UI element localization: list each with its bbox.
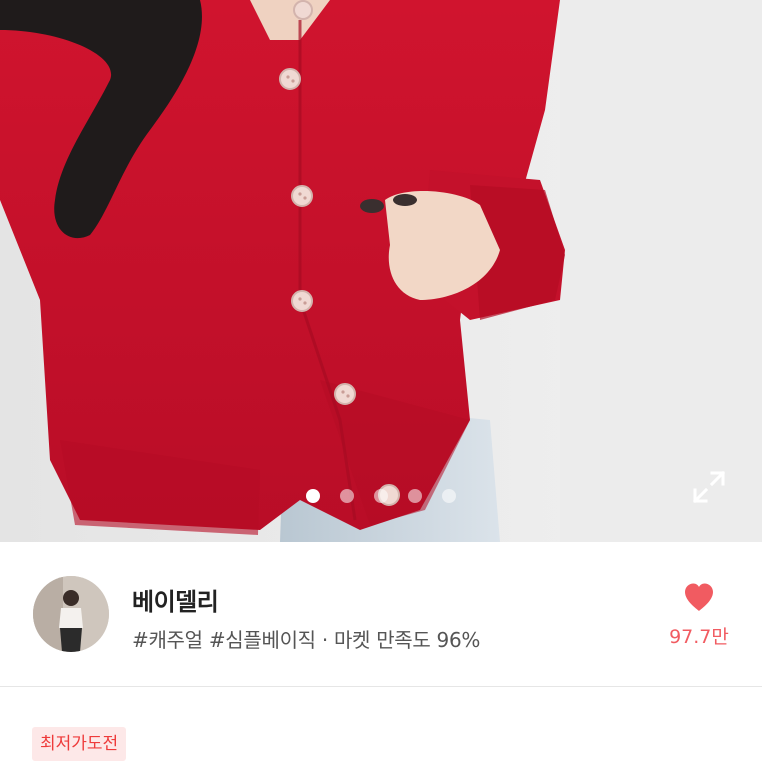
- store-info-row[interactable]: 베이델리 #캐주얼 #심플베이직 · 마켓 만족도 96% 97.7만: [0, 542, 762, 686]
- product-photo: [0, 0, 762, 542]
- avatar-image: [33, 576, 109, 652]
- carousel-dot-active[interactable]: [306, 489, 320, 503]
- expand-icon: [692, 470, 726, 504]
- store-tags-and-satisfaction: #캐주얼 #심플베이직 · 마켓 만족도 96%: [132, 628, 481, 652]
- carousel-dot[interactable]: [408, 489, 422, 503]
- like-button[interactable]: 97.7만: [660, 582, 738, 652]
- carousel-dot[interactable]: [340, 489, 354, 503]
- heart-icon: [685, 583, 713, 611]
- carousel-indicator: [0, 489, 762, 505]
- carousel-dot[interactable]: [374, 489, 388, 503]
- store-name[interactable]: 베이델리: [132, 582, 219, 617]
- store-avatar[interactable]: [33, 576, 109, 652]
- expand-image-button[interactable]: [690, 468, 728, 506]
- section-divider: [0, 686, 762, 687]
- like-count: 97.7만: [669, 626, 729, 648]
- lowest-price-badge: 최저가도전: [32, 727, 127, 761]
- carousel-dot[interactable]: [442, 489, 456, 503]
- product-image-carousel[interactable]: [0, 0, 762, 542]
